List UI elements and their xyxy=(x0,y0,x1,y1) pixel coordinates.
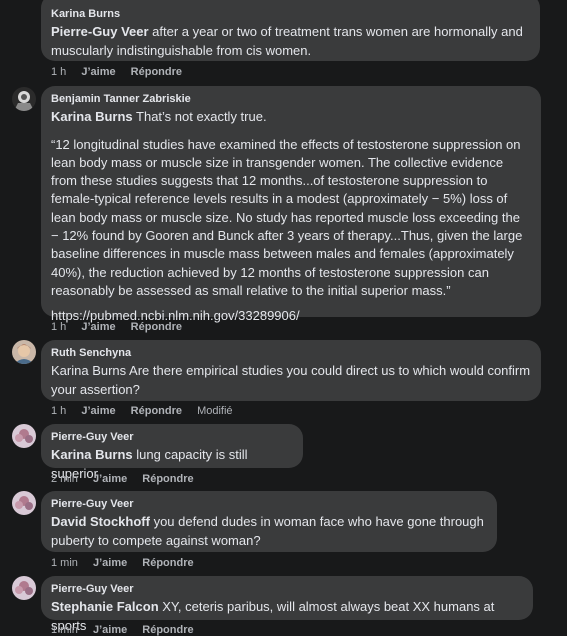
like-button[interactable]: J’aime xyxy=(81,405,115,417)
comment-actions: 1 min J’aime Répondre xyxy=(51,557,206,569)
like-button[interactable]: J’aime xyxy=(93,473,127,485)
reply-button[interactable]: Répondre xyxy=(131,66,182,78)
reply-button[interactable]: Répondre xyxy=(142,473,193,485)
comment-author[interactable]: Karina Burns xyxy=(51,7,530,21)
comment-bubble: Ruth Senchyna Karina Burns Are there emp… xyxy=(41,340,541,401)
mention-link[interactable]: Karina Burns xyxy=(51,447,133,462)
like-button[interactable]: J’aime xyxy=(93,624,127,636)
comment-author[interactable]: Ruth Senchyna xyxy=(51,346,531,360)
comment-text: Pierre-Guy Veer after a year or two of t… xyxy=(51,24,523,58)
comment-bubble: Pierre-Guy Veer Stephanie Falcon XY, cet… xyxy=(41,576,533,633)
avatar[interactable] xyxy=(12,87,36,111)
comment-text: Karina Burns That’s not exactly true. “1… xyxy=(51,108,531,326)
avatar[interactable] xyxy=(12,491,36,515)
quote-text: “12 longitudinal studies have examined t… xyxy=(51,136,523,298)
comment-actions: 1 h J’aime Répondre Modifié xyxy=(51,405,245,417)
comment-bubble: Karina Burns Pierre-Guy Veer after a yea… xyxy=(41,0,540,61)
comment-time[interactable]: 1 h xyxy=(51,66,66,78)
comment-actions: 1 min J’aime Répondre xyxy=(51,624,206,636)
avatar[interactable] xyxy=(12,340,36,364)
comment-time[interactable]: 2 min xyxy=(51,473,78,485)
comment-author[interactable]: Pierre-Guy Veer xyxy=(51,497,487,511)
comment-time[interactable]: 1 h xyxy=(51,405,66,417)
comment-author[interactable]: Pierre-Guy Veer xyxy=(51,582,523,596)
reply-button[interactable]: Répondre xyxy=(131,321,182,333)
reply-button[interactable]: Répondre xyxy=(142,624,193,636)
comment-actions: 2 min J’aime Répondre xyxy=(51,473,206,485)
mention-link[interactable]: Pierre-Guy Veer xyxy=(51,24,149,39)
like-button[interactable]: J’aime xyxy=(81,66,115,78)
comment-bubble: Pierre-Guy Veer Karina Burns lung capaci… xyxy=(41,424,303,481)
comment-time[interactable]: 1 h xyxy=(51,321,66,333)
avatar[interactable] xyxy=(12,576,36,600)
comment-actions: 1 h J’aime Répondre xyxy=(51,321,194,333)
like-button[interactable]: J’aime xyxy=(93,557,127,569)
comment-bubble: Pierre-Guy Veer David Stockhoff you defe… xyxy=(41,491,497,552)
like-button[interactable]: J’aime xyxy=(81,321,115,333)
comment-time[interactable]: 1 min xyxy=(51,624,78,636)
mention-link[interactable]: Stephanie Falcon xyxy=(51,599,159,614)
comment-time[interactable]: 1 min xyxy=(51,557,78,569)
avatar[interactable] xyxy=(12,424,36,448)
comment-text: David Stockhoff you defend dudes in woma… xyxy=(51,514,484,548)
edited-label[interactable]: Modifié xyxy=(197,405,232,417)
comment-actions: 1 h J’aime Répondre xyxy=(51,66,194,78)
comment-author[interactable]: Benjamin Tanner Zabriskie xyxy=(51,92,531,106)
reply-button[interactable]: Répondre xyxy=(142,557,193,569)
mention-link[interactable]: Karina Burns xyxy=(51,109,133,124)
comment-text: Karina Burns Are there empirical studies… xyxy=(51,363,531,397)
mention-link[interactable]: David Stockhoff xyxy=(51,514,150,529)
comment-bubble: Benjamin Tanner Zabriskie Karina Burns T… xyxy=(41,86,541,323)
reply-button[interactable]: Répondre xyxy=(131,405,182,417)
comment-author[interactable]: Pierre-Guy Veer xyxy=(51,430,293,444)
